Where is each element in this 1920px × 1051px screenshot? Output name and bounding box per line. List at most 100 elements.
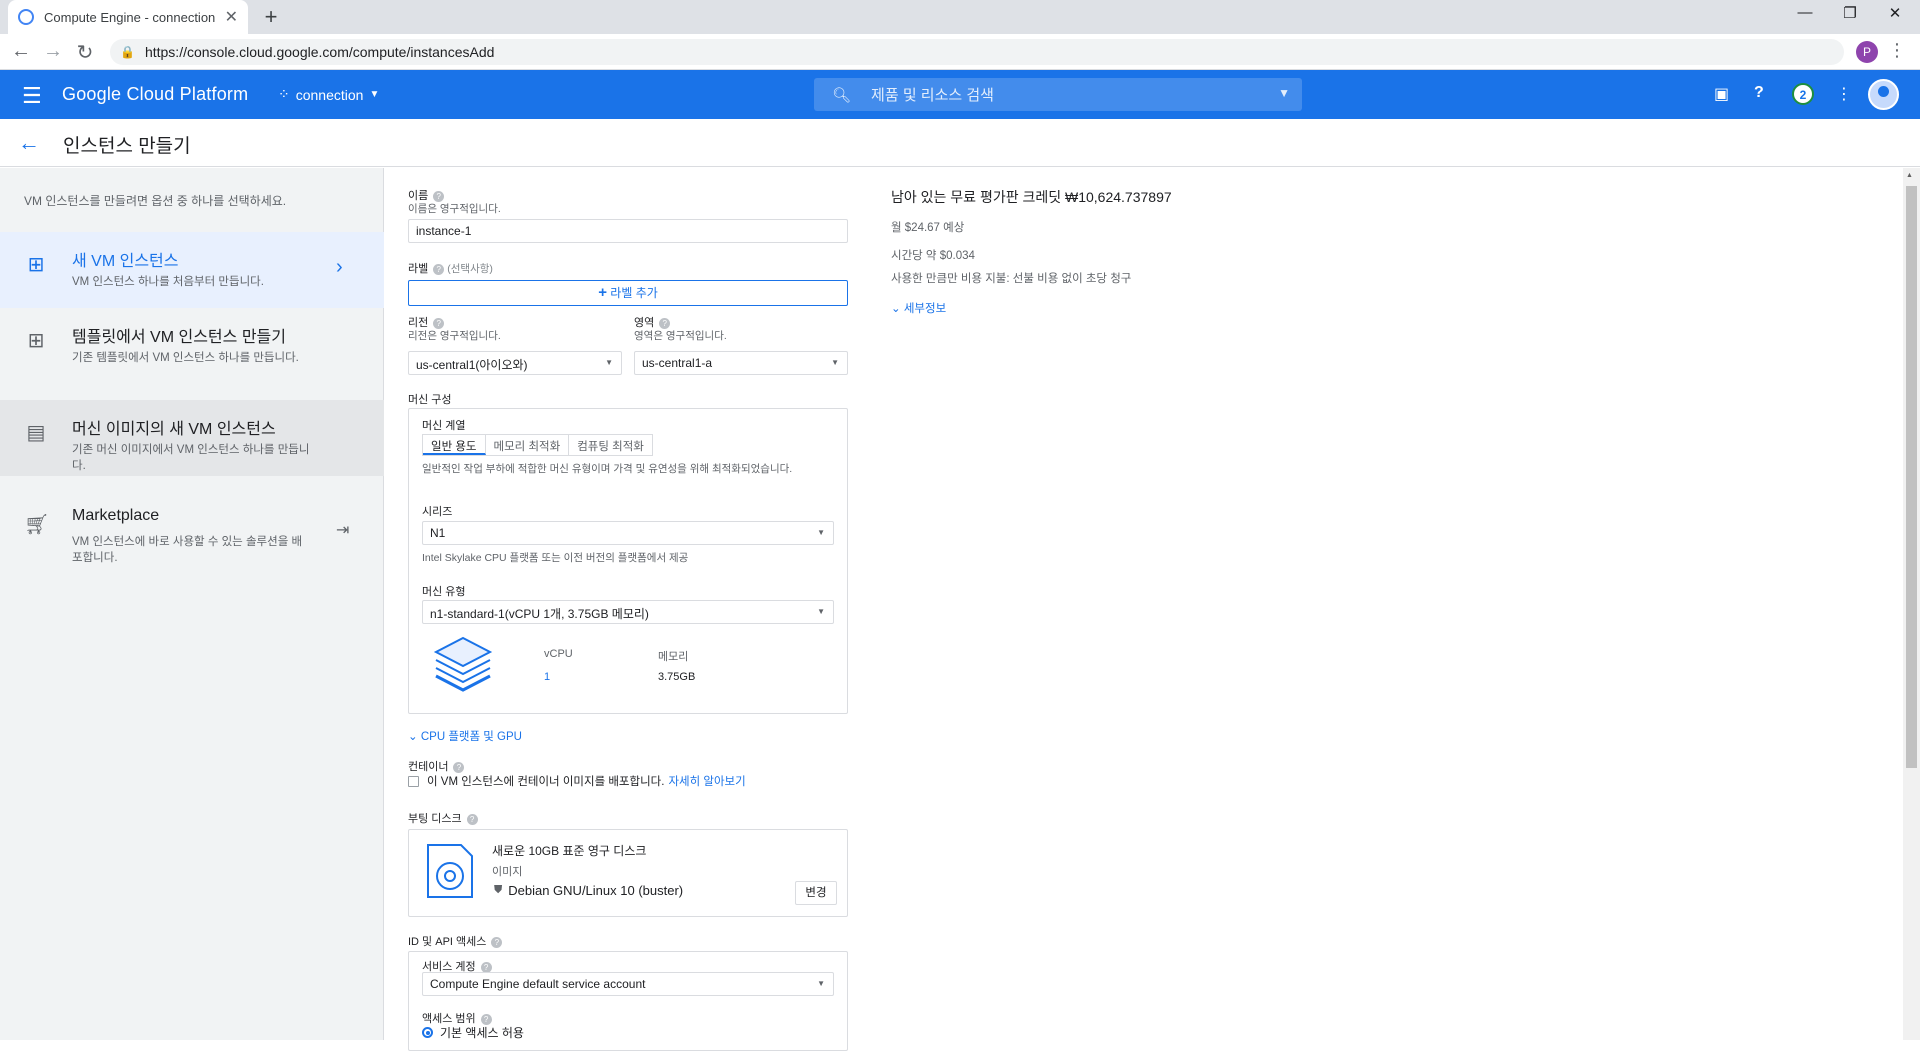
name-input[interactable]: instance-1 <box>408 219 848 243</box>
boot-disk-image-row: ⛊ Debian GNU/Linux 10 (buster) <box>494 883 683 898</box>
machine-family-tabs: 일반 용도 메모리 최적화 컴퓨팅 최적화 <box>422 434 653 456</box>
cpu-gpu-link[interactable]: ⌄ CPU 플랫폼 및 GPU <box>408 728 522 744</box>
browser-tab-bar: Compute Engine - connection - ✕ + — ❐ ✕ <box>0 0 1920 34</box>
profile-avatar[interactable]: P <box>1856 41 1878 63</box>
option-title: 머신 이미지의 새 VM 인스턴스 <box>72 421 276 438</box>
tab-compute-optimized[interactable]: 컴퓨팅 최적화 <box>569 435 652 455</box>
option-desc: 기존 머신 이미지에서 VM 인스턴스 하나를 만듭니다. <box>72 444 310 472</box>
container-checkbox[interactable] <box>408 775 419 787</box>
details-link[interactable]: ⌄ 세부정보 <box>891 300 946 316</box>
option-from-machine-image[interactable]: ▤ 머신 이미지의 새 VM 인스턴스 기존 머신 이미지에서 VM 인스턴스 … <box>0 400 384 476</box>
search-placeholder: 제품 및 리소스 검색 <box>871 87 994 104</box>
help-icon[interactable]: ? <box>491 936 503 948</box>
region-select[interactable]: us-central1(아이오와) ▼ <box>408 351 622 375</box>
minimize-icon[interactable]: — <box>1790 4 1820 21</box>
monthly-estimate: 월 $24.67 예상 <box>891 222 965 234</box>
help-icon[interactable]: ? <box>433 190 445 202</box>
hourly-estimate: 시간당 약 $0.034 <box>891 250 975 262</box>
help-icon[interactable]: ? <box>480 961 492 973</box>
chevron-expand-icon: ⌄ <box>408 731 418 743</box>
dropdown-caret-icon: ▼ <box>817 979 825 988</box>
service-account-select[interactable]: Compute Engine default service account ▼ <box>422 972 834 996</box>
help-icon[interactable]: ? <box>453 761 465 773</box>
gcp-header: ☰ Google Cloud Platform ⁘ connection ▼ 🔍… <box>0 70 1920 119</box>
search-icon: 🔍︎ <box>832 86 852 104</box>
boot-disk-label: 부팅 디스크? <box>408 810 478 826</box>
external-link-icon: ⇥ <box>336 522 350 539</box>
scroll-up-icon[interactable]: ▲ <box>1906 172 1913 179</box>
name-sub: 이름은 영구적입니다. <box>408 203 501 215</box>
address-bar-row: ← → ↻ 🔒 https://console.cloud.google.com… <box>0 34 1920 70</box>
plus-icon: + <box>598 284 607 301</box>
change-boot-disk-button[interactable]: 변경 <box>795 881 837 905</box>
series-label: 시리즈 <box>422 506 453 518</box>
scrollbar-thumb[interactable] <box>1906 186 1917 768</box>
notification-badge[interactable]: 2 <box>1792 83 1814 105</box>
tab-general-purpose[interactable]: 일반 용도 <box>423 435 486 455</box>
region-sub: 리전은 영구적입니다. <box>408 330 501 342</box>
machine-type-select[interactable]: n1-standard-1(vCPU 1개, 3.75GB 메모리) ▼ <box>422 600 834 624</box>
machine-family-label: 머신 계열 <box>422 420 466 432</box>
help-icon[interactable]: ? <box>1754 84 1764 102</box>
option-marketplace[interactable]: 🛒︎ Marketplace VM 인스턴스에 바로 사용할 수 있는 솔루션을… <box>0 492 384 568</box>
zone-select[interactable]: us-central1-a ▼ <box>634 351 848 375</box>
add-label-button[interactable]: + 라벨 추가 <box>408 280 848 306</box>
gcp-favicon-icon <box>18 9 34 25</box>
machine-stack-icon <box>433 636 493 692</box>
forward-icon[interactable]: → <box>40 40 66 63</box>
option-from-template[interactable]: ⊞ 템플릿에서 VM 인스턴스 만들기 기존 템플릿에서 VM 인스턴스 하나를… <box>0 308 384 384</box>
project-selector[interactable]: ⁘ connection ▼ <box>278 86 379 103</box>
option-new-vm[interactable]: ⊞ 새 VM 인스턴스 VM 인스턴스 하나를 처음부터 만듭니다. › <box>0 232 384 308</box>
option-desc: VM 인스턴스 하나를 처음부터 만듭니다. <box>72 276 264 288</box>
help-icon[interactable]: ? <box>433 317 445 329</box>
search-bar[interactable]: 🔍︎ 제품 및 리소스 검색 ▼ <box>814 78 1302 111</box>
boot-disk-image-label: 이미지 <box>492 866 523 878</box>
dropdown-caret-icon: ▼ <box>605 358 613 367</box>
brand-name[interactable]: Google Cloud Platform <box>62 84 248 105</box>
billing-note: 사용한 만큼만 비용 지불: 선불 비용 없이 초당 청구 <box>891 273 1132 285</box>
close-tab-icon[interactable]: ✕ <box>225 7 238 27</box>
lock-icon: 🔒 <box>120 45 135 59</box>
help-icon[interactable]: ? <box>480 1013 492 1025</box>
family-desc: 일반적인 작업 부하에 적합한 머신 유형이며 가격 및 유연성을 위해 최적화… <box>422 463 793 475</box>
series-select[interactable]: N1 ▼ <box>422 521 834 545</box>
labels-label: 라벨? (선택사항) <box>408 263 493 275</box>
chevron-down-icon: ▼ <box>369 89 380 100</box>
option-desc: 기존 템플릿에서 VM 인스턴스 하나를 만듭니다. <box>72 352 299 364</box>
disk-icon <box>427 844 473 898</box>
container-checkbox-label: 이 VM 인스턴스에 컨테이너 이미지를 배포합니다. <box>427 776 665 788</box>
account-avatar[interactable] <box>1868 79 1899 110</box>
help-icon[interactable]: ? <box>659 317 671 329</box>
help-icon[interactable]: ? <box>466 813 478 825</box>
api-access-label: ID 및 API 액세스? <box>408 933 503 949</box>
reload-icon[interactable]: ↻ <box>72 40 98 65</box>
boot-disk-image: Debian GNU/Linux 10 (buster) <box>508 883 684 898</box>
restore-icon[interactable]: ❐ <box>1835 4 1865 22</box>
option-title: Marketplace <box>72 507 160 524</box>
browser-tab[interactable]: Compute Engine - connection - ✕ <box>8 0 248 34</box>
container-learn-more-link[interactable]: 자세히 알아보기 <box>668 773 745 789</box>
back-icon[interactable]: ← <box>8 40 34 63</box>
container-row: 이 VM 인스턴스에 컨테이너 이미지를 배포합니다. 자세히 알아보기 <box>408 773 746 789</box>
option-title: 템플릿에서 VM 인스턴스 만들기 <box>72 329 286 346</box>
search-dropdown-icon[interactable]: ▼ <box>1278 86 1290 100</box>
tab-memory-optimized[interactable]: 메모리 최적화 <box>486 435 570 455</box>
add-box-icon: ⊞ <box>27 254 45 276</box>
help-icon[interactable]: ? <box>433 263 445 275</box>
option-title: 새 VM 인스턴스 <box>72 253 179 270</box>
browser-menu-icon[interactable]: ⋮ <box>1888 40 1906 61</box>
hamburger-menu-icon[interactable]: ☰ <box>22 83 42 109</box>
chevron-expand-icon: ⌄ <box>891 303 901 315</box>
radio-selected[interactable] <box>422 1027 433 1038</box>
memory-header: 메모리 <box>658 651 689 663</box>
shield-icon: ⛊ <box>494 884 503 896</box>
url-bar[interactable]: 🔒 https://console.cloud.google.com/compu… <box>110 39 1844 65</box>
dropdown-caret-icon: ▼ <box>817 607 825 616</box>
close-window-icon[interactable]: ✕ <box>1880 4 1910 22</box>
container-label: 컨테이너? <box>408 758 465 774</box>
new-tab-button[interactable]: + <box>258 4 284 30</box>
more-options-icon[interactable]: ⋮ <box>1836 84 1852 104</box>
cloud-shell-icon[interactable]: ▣ <box>1714 84 1729 104</box>
back-arrow-icon[interactable]: ← <box>18 130 40 156</box>
vcpu-value: 1 <box>544 671 551 683</box>
